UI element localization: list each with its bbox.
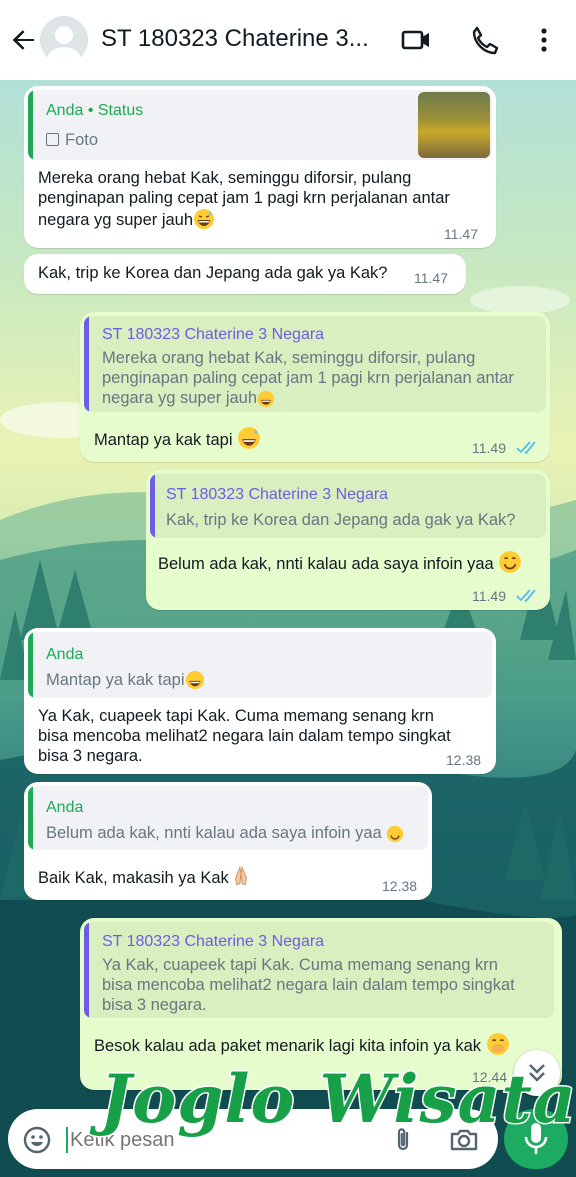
message-bubble-incoming[interactable]: Anda Mantap ya kak tapi Ya Kak, cuapeek … <box>24 628 496 774</box>
quote-text: Kak, trip ke Korea dan Jepang ada gak ya… <box>166 511 516 529</box>
read-ticks-icon <box>516 588 542 604</box>
quote-bar <box>150 474 155 538</box>
quote-text: Foto <box>46 130 98 150</box>
message-bubble-outgoing[interactable]: ST 180323 Chaterine 3 Negara Kak, trip k… <box>146 470 550 610</box>
message-text: Mereka orang hebat Kak, seminggu diforsi… <box>38 169 450 230</box>
grinning-sweat-emoji <box>185 670 205 690</box>
status-thumbnail <box>418 92 490 158</box>
smiling-face-emoji <box>498 550 522 574</box>
message-time: 12.38 <box>446 752 482 768</box>
hand-over-mouth-emoji <box>486 1032 510 1056</box>
message-text: Ya Kak, cuapeek tapi Kak. Cuma memang se… <box>38 707 451 765</box>
message-text: Kak, trip ke Korea dan Jepang ada gak ya… <box>38 264 388 282</box>
quote-bar <box>84 316 89 412</box>
quote-text: Ya Kak, cuapeek tapi Kak. Cuma memang se… <box>102 956 515 1014</box>
chat-header: ST 180323 Chaterine 3... <box>0 0 576 80</box>
avatar[interactable] <box>40 16 88 64</box>
back-arrow-icon[interactable] <box>8 24 40 56</box>
message-text: Mantap ya kak tapi <box>94 426 261 450</box>
quote-bar <box>28 90 33 160</box>
phone-icon[interactable] <box>466 22 502 58</box>
message-time: 11.47 <box>444 226 478 242</box>
quote-author: ST 180323 Chaterine 3 Negara <box>102 933 325 950</box>
quote-author: Anda • Status <box>46 102 144 119</box>
message-text: Besok kalau ada paket menarik lagi kita … <box>94 1032 510 1056</box>
quote-bar <box>28 786 33 850</box>
message-bubble-incoming[interactable]: Anda Belum ada kak, nnti kalau ada saya … <box>24 782 432 900</box>
photo-icon <box>46 133 59 146</box>
quote-text: Mereka orang hebat Kak, seminggu diforsi… <box>102 349 514 408</box>
watermark-logo: Joglo Wisata <box>99 1059 576 1140</box>
video-call-icon[interactable] <box>398 22 434 58</box>
smiling-face-emoji <box>386 825 404 843</box>
read-ticks-icon <box>516 440 542 456</box>
message-time: 11.47 <box>414 270 448 286</box>
more-icon[interactable] <box>526 22 562 58</box>
message-time: 11.49 <box>472 440 506 456</box>
message-time: 12.38 <box>382 878 418 894</box>
message-text: Belum ada kak, nnti kalau ada saya infoi… <box>158 550 522 574</box>
message-text: Baik Kak, makasih ya Kak <box>38 864 253 888</box>
grinning-sweat-emoji <box>237 426 261 450</box>
quote-author: Anda <box>46 799 84 816</box>
quote-author: Anda <box>46 646 84 663</box>
grinning-sweat-emoji <box>257 390 275 408</box>
message-bubble-outgoing[interactable]: ST 180323 Chaterine 3 Negara Mereka oran… <box>80 312 550 462</box>
quote-author: ST 180323 Chaterine 3 Negara <box>102 326 325 343</box>
text-cursor <box>66 1127 68 1153</box>
quoted-message[interactable]: ST 180323 Chaterine 3 Negara Mereka oran… <box>84 316 546 412</box>
emoji-icon[interactable] <box>22 1125 52 1155</box>
folded-hands-emoji <box>229 864 253 888</box>
quoted-message[interactable]: ST 180323 Chaterine 3 Negara Ya Kak, cua… <box>84 922 554 1018</box>
quoted-message[interactable]: Anda Belum ada kak, nnti kalau ada saya … <box>28 786 428 850</box>
quoted-message[interactable]: Anda • Status Foto <box>28 90 492 160</box>
grinning-sweat-emoji <box>193 208 215 230</box>
quoted-message[interactable]: Anda Mantap ya kak tapi <box>28 632 492 698</box>
message-time: 11.49 <box>472 588 506 604</box>
quote-bar <box>84 922 89 1018</box>
message-bubble-incoming[interactable]: Kak, trip ke Korea dan Jepang ada gak ya… <box>24 254 466 294</box>
quoted-message[interactable]: ST 180323 Chaterine 3 Negara Kak, trip k… <box>150 474 546 538</box>
quote-bar <box>28 632 33 698</box>
chat-title[interactable]: ST 180323 Chaterine 3... <box>101 25 369 53</box>
quote-text: Mantap ya kak tapi <box>46 670 205 690</box>
quote-text: Belum ada kak, nnti kalau ada saya infoi… <box>46 823 404 843</box>
quote-author: ST 180323 Chaterine 3 Negara <box>166 486 389 503</box>
message-bubble-incoming[interactable]: Anda • Status Foto Mereka orang hebat Ka… <box>24 86 496 248</box>
